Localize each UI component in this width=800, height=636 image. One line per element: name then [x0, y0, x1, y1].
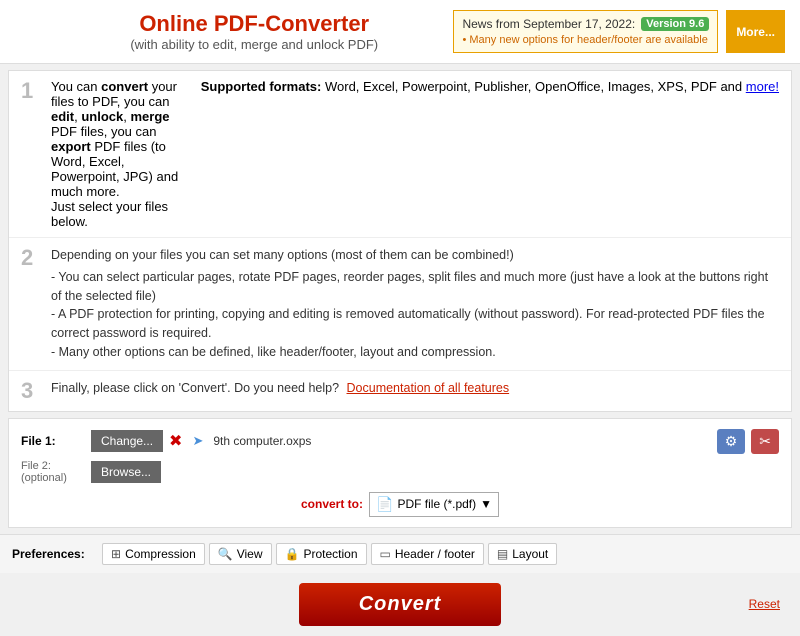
step-2-bullet-2: - A PDF protection for printing, copying…: [51, 305, 779, 343]
news-bullet-text: Many new options for header/footer are a…: [469, 34, 707, 46]
pref-tab-layout[interactable]: ▤ Layout: [488, 543, 557, 565]
file-type-icon: ➤: [192, 433, 203, 449]
news-box: News from September 17, 2022: Version 9.…: [453, 10, 718, 53]
pref-tab-layout-label: Layout: [512, 547, 548, 561]
news-bullet-icon: •: [462, 34, 466, 46]
step-1: 1 You can convert your files to PDF, you…: [9, 71, 791, 238]
file-1-name: 9th computer.oxps: [213, 434, 311, 448]
pref-tab-protection-label: Protection: [303, 547, 357, 561]
merge-action-button[interactable]: ✂: [751, 429, 779, 454]
version-badge: Version 9.6: [641, 17, 709, 31]
preferences-label: Preferences:: [12, 547, 92, 561]
step-1-text: You can convert your files to PDF, you c…: [51, 79, 191, 229]
file-2-row: File 2: (optional) Browse...: [21, 460, 779, 484]
steps-section: 1 You can convert your files to PDF, you…: [8, 70, 792, 412]
reset-link[interactable]: Reset: [749, 597, 780, 611]
more-button[interactable]: More...: [726, 10, 785, 53]
step-2-content: Depending on your files you can set many…: [51, 246, 779, 362]
lock-icon: 🔒: [285, 547, 300, 561]
delete-icon[interactable]: ✖: [169, 431, 182, 451]
app-title: Online PDF-Converter: [130, 11, 378, 37]
compression-icon: ⊞: [111, 547, 121, 561]
file-action-icons: ⚙ ✂: [717, 429, 779, 454]
convert-section: Convert Reset: [0, 573, 800, 636]
pref-tab-protection[interactable]: 🔒 Protection: [276, 543, 367, 565]
step-1-formats: Supported formats: Word, Excel, Powerpoi…: [201, 79, 779, 229]
step-2-title: Depending on your files you can set many…: [51, 246, 779, 265]
step-2-bullet-1: - You can select particular pages, rotat…: [51, 268, 779, 306]
step-3-text: Finally, please click on 'Convert'. Do y…: [51, 381, 339, 395]
change-button[interactable]: Change...: [91, 430, 163, 452]
header: Online PDF-Converter (with ability to ed…: [0, 0, 800, 64]
news-date: News from September 17, 2022:: [462, 17, 635, 31]
file-1-label: File 1:: [21, 434, 81, 448]
step-1-inner: You can convert your files to PDF, you c…: [51, 79, 779, 229]
pref-tab-view-label: View: [237, 547, 263, 561]
convert-button[interactable]: Convert: [299, 583, 502, 626]
step-3: 3 Finally, please click on 'Convert'. Do…: [9, 371, 791, 411]
header-title-block: Online PDF-Converter (with ability to ed…: [130, 11, 378, 52]
pdf-option-label: PDF file (*.pdf): [397, 497, 476, 511]
step-3-number: 3: [21, 379, 41, 403]
pref-tab-compression-label: Compression: [125, 547, 196, 561]
pref-tab-view[interactable]: 🔍 View: [209, 543, 272, 565]
pdf-icon: 📄: [376, 496, 393, 513]
formats-text: Word, Excel, Powerpoint, Publisher, Open…: [325, 79, 742, 94]
step-2: 2 Depending on your files you can set ma…: [9, 238, 791, 371]
step-2-number: 2: [21, 246, 41, 270]
layout-icon: ▤: [497, 547, 508, 561]
pref-tab-header-footer[interactable]: ▭ Header / footer: [371, 543, 484, 565]
settings-action-button[interactable]: ⚙: [717, 429, 746, 454]
app-subtitle: (with ability to edit, merge and unlock …: [130, 37, 378, 52]
formats-link[interactable]: more!: [746, 79, 779, 94]
preferences-row: Preferences: ⊞ Compression 🔍 View 🔒 Prot…: [0, 534, 800, 573]
step-2-bullet-3: - Many other options can be defined, lik…: [51, 343, 779, 362]
pref-tab-compression[interactable]: ⊞ Compression: [102, 543, 205, 565]
pdf-format-select[interactable]: 📄 PDF file (*.pdf) ▼: [369, 492, 499, 517]
step-3-link[interactable]: Documentation of all features: [347, 381, 510, 395]
file-section: File 1: Change... ✖ ➤ 9th computer.oxps …: [8, 418, 792, 528]
convert-to-label: convert to:: [301, 497, 363, 511]
file-2-label: File 2: (optional): [21, 460, 81, 484]
pref-tab-header-footer-label: Header / footer: [395, 547, 475, 561]
view-icon: 🔍: [218, 547, 233, 561]
browse-button[interactable]: Browse...: [91, 461, 161, 483]
formats-label: Supported formats:: [201, 79, 322, 94]
step-3-content: Finally, please click on 'Convert'. Do y…: [51, 379, 779, 398]
file-1-row: File 1: Change... ✖ ➤ 9th computer.oxps …: [21, 429, 779, 454]
dropdown-chevron-icon: ▼: [480, 497, 492, 511]
header-footer-icon: ▭: [380, 547, 391, 561]
step-1-number: 1: [21, 79, 41, 103]
convert-to-row: convert to: 📄 PDF file (*.pdf) ▼: [21, 492, 779, 517]
